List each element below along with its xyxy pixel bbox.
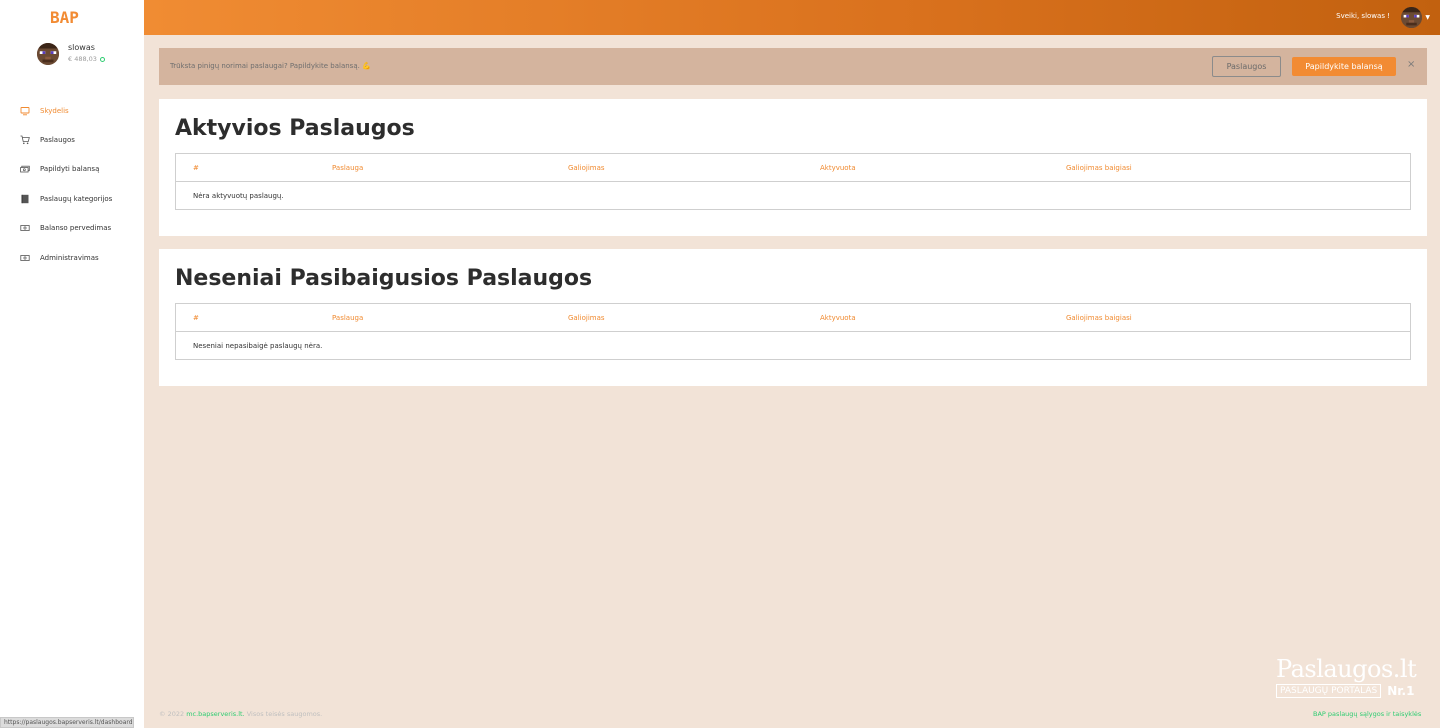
chevron-down-icon[interactable]: ▼ [1425,14,1430,21]
empty-message: Nėra aktyvuotų paslaugų. [193,192,284,200]
monitor-icon [20,106,30,116]
watermark-title: Paslaugos.lt [1276,655,1417,683]
active-services-title: Aktyvios Paslaugos [175,116,415,141]
table-header: # Paslauga Galiojimas Aktyvuota Galiojim… [176,154,1410,182]
browser-status-url: https://paslaugos.bapserveris.lt/dashboa… [0,717,134,728]
expired-services-card: Neseniai Pasibaigusios Paslaugos # Pasla… [159,249,1427,386]
sidebar-item-label: Papildyti balansą [40,165,100,174]
sidebar-item-papildyti-balansa[interactable]: Papildyti balansą [0,155,144,184]
money-icon [20,164,30,174]
column-header-expires[interactable]: Galiojimas baigiasi [1066,164,1132,172]
column-header-validity[interactable]: Galiojimas [568,314,605,322]
rights-text: Visos teisės saugomos. [246,710,323,718]
sidebar-balance: € 488,03 [68,55,105,63]
sidebar-item-label: Skydelis [40,106,69,115]
column-header-activated[interactable]: Aktyvuota [820,314,856,322]
column-header-activated[interactable]: Aktyvuota [820,164,856,172]
bap-logo[interactable]: BAP [50,8,94,27]
column-header-validity[interactable]: Galiojimas [568,164,605,172]
active-services-card: Aktyvios Paslaugos # Paslauga Galiojimas… [159,99,1427,236]
header-avatar[interactable] [1401,7,1422,28]
copyright-prefix: © 2022 [159,710,185,718]
cart-icon [20,135,30,145]
balance-value: € 488,03 [68,55,97,63]
services-button[interactable]: Paslaugos [1212,56,1281,77]
sidebar-item-paslaugu-kategorijos[interactable]: Paslaugų kategorijos [0,184,144,213]
column-header-number[interactable]: # [193,314,199,322]
sidebar-item-label: Paslaugos [40,136,75,145]
sidebar-item-label: Balanso pervedimas [40,224,112,233]
active-services-table: # Paslauga Galiojimas Aktyvuota Galiojim… [175,153,1411,210]
site-link[interactable]: mc.bapserveris.lt. [186,710,244,718]
column-header-number[interactable]: # [193,164,199,172]
paslaugos-watermark[interactable]: Paslaugos.lt PASLAUGŲ PORTALAS Nr.1 [1276,655,1417,705]
table-row: Neseniai nepasibaigė paslaugų nėra. [176,332,1410,360]
svg-text:BAP: BAP [50,9,79,25]
sidebar-username: slowas [68,43,95,52]
expired-services-title: Neseniai Pasibaigusios Paslaugos [175,266,593,291]
sidebar-item-label: Administravimas [40,253,99,262]
low-balance-alert: Trūksta pinigų norimai paslaugai? Papild… [159,48,1427,85]
sidebar-item-skydelis[interactable]: Skydelis [0,96,144,125]
watermark-badge: Nr.1 [1387,684,1415,698]
greeting-text: Sveiki, slowas ! [1336,12,1390,20]
sidebar: BAP slowas € 488,03 Skydelis Paslaugos P… [0,0,144,728]
watermark-subtitle-row: PASLAUGŲ PORTALAS Nr.1 [1276,684,1416,698]
footer-copyright: © 2022 mc.bapserveris.lt. Visos teisės s… [159,710,322,718]
online-status-icon [99,56,105,62]
alert-text: Trūksta pinigų norimai paslaugai? Papild… [170,62,371,70]
column-header-service[interactable]: Paslauga [332,314,363,322]
sidebar-nav: Skydelis Paslaugos Papildyti balansą Pas… [0,96,144,272]
sidebar-item-administravimas[interactable]: Administravimas [0,243,144,272]
expired-services-table: # Paslauga Galiojimas Aktyvuota Galiojim… [175,303,1411,360]
table-row: Nėra aktyvuotų paslaugų. [176,182,1410,210]
terms-link[interactable]: BAP paslaugų sąlygos ir taisyklės [1313,710,1421,718]
watermark-subtitle: PASLAUGŲ PORTALAS [1276,684,1382,698]
column-header-service[interactable]: Paslauga [332,164,363,172]
transfer-icon [20,223,30,233]
table-header: # Paslauga Galiojimas Aktyvuota Galiojim… [176,304,1410,332]
sidebar-item-paslaugos[interactable]: Paslaugos [0,125,144,154]
empty-message: Neseniai nepasibaigė paslaugų nėra. [193,342,323,350]
column-header-expires[interactable]: Galiojimas baigiasi [1066,314,1132,322]
sidebar-item-label: Paslaugų kategorijos [40,194,113,203]
close-icon[interactable]: × [1407,59,1415,70]
sidebar-item-balanso-pervedimas[interactable]: Balanso pervedimas [0,214,144,243]
topup-balance-button[interactable]: Papildykite balansą [1292,57,1396,76]
admin-icon [20,253,30,263]
top-header: Sveiki, slowas ! ▼ [144,0,1440,35]
book-icon [20,194,30,204]
sidebar-avatar[interactable] [37,43,59,65]
